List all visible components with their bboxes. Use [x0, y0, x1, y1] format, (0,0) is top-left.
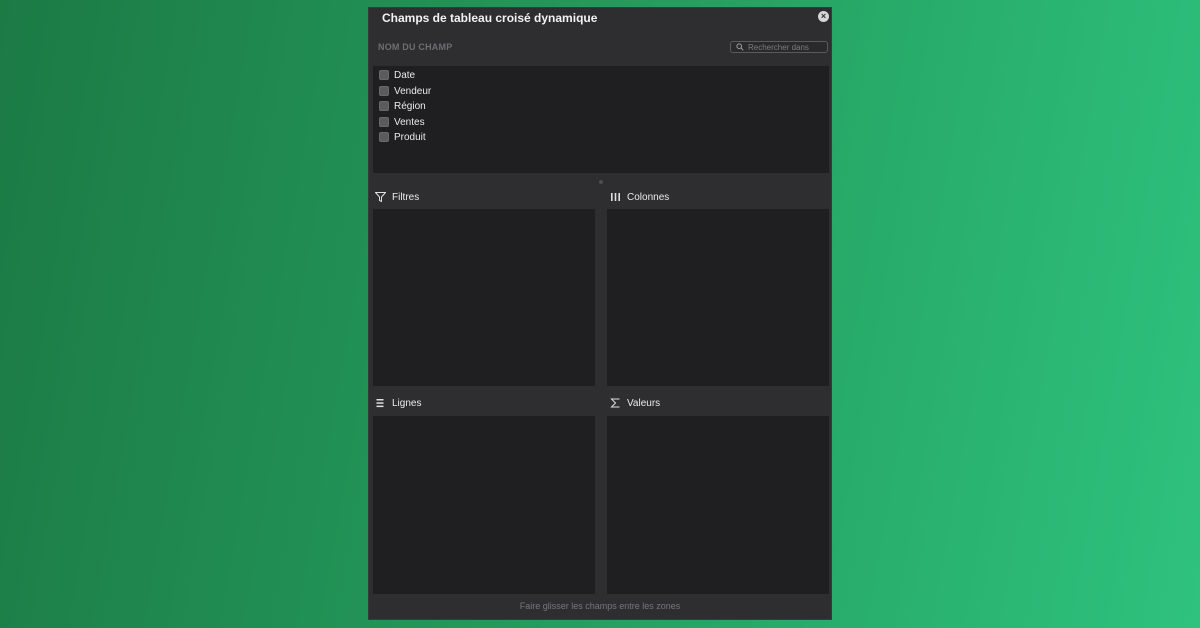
search-box[interactable] — [730, 41, 828, 53]
field-item-region[interactable]: Région — [379, 100, 426, 112]
drop-zone-rows[interactable] — [373, 416, 595, 594]
checkbox[interactable] — [379, 101, 389, 111]
resize-handle[interactable] — [599, 180, 603, 184]
search-icon — [736, 43, 744, 51]
zone-header-filters: Filtres — [375, 191, 419, 203]
zone-header-values: Valeurs — [610, 397, 660, 409]
sigma-icon — [610, 398, 620, 408]
checkbox[interactable] — [379, 117, 389, 127]
zone-label: Lignes — [392, 397, 422, 409]
drop-zone-filters[interactable] — [373, 209, 595, 386]
filter-icon — [375, 192, 386, 202]
field-item-produit[interactable]: Produit — [379, 131, 426, 143]
checkbox[interactable] — [379, 86, 389, 96]
field-item-ventes[interactable]: Ventes — [379, 116, 425, 128]
field-label: Région — [394, 100, 426, 112]
field-item-date[interactable]: Date — [379, 69, 415, 81]
field-label: Date — [394, 69, 416, 81]
pivot-table-fields-panel: Champs de tableau croisé dynamique × NOM… — [368, 7, 832, 620]
zone-label: Colonnes — [627, 191, 670, 203]
drop-zone-values[interactable] — [607, 416, 829, 594]
zone-header-rows: Lignes — [375, 397, 421, 409]
field-name-header: NOM DU CHAMP — [378, 42, 453, 52]
field-list: Date Vendeur Région Ventes Produit — [373, 66, 829, 173]
rows-icon — [376, 399, 384, 408]
search-input[interactable] — [744, 42, 823, 52]
field-label: Vendeur — [394, 85, 432, 97]
panel-title: Champs de tableau croisé dynamique — [382, 11, 598, 25]
zone-label: Filtres — [392, 191, 420, 203]
zone-label: Valeurs — [627, 397, 661, 409]
columns-icon — [611, 193, 620, 201]
checkbox[interactable] — [379, 70, 389, 80]
field-label: Produit — [394, 131, 426, 143]
footer-hint: Faire glisser les champs entre les zones — [519, 601, 681, 611]
drop-zone-columns[interactable] — [607, 209, 829, 386]
field-label: Ventes — [394, 116, 425, 128]
close-icon[interactable]: × — [818, 11, 829, 22]
zone-header-columns: Colonnes — [610, 191, 669, 203]
field-item-vendeur[interactable]: Vendeur — [379, 85, 431, 97]
checkbox[interactable] — [379, 132, 389, 142]
